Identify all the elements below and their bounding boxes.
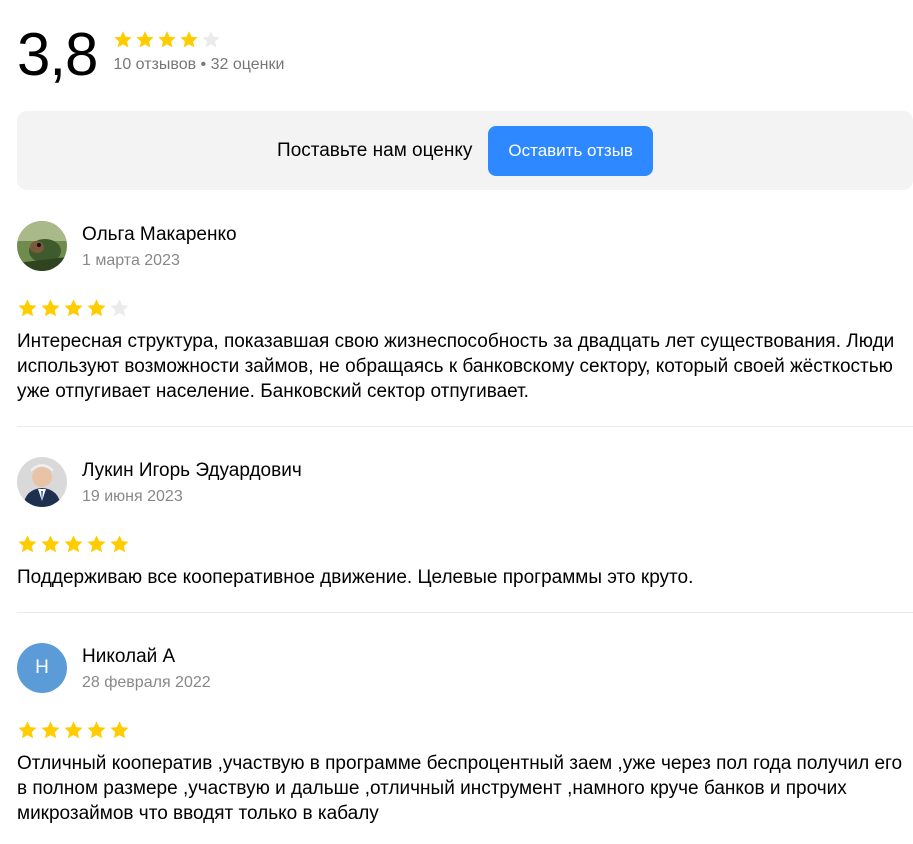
star-empty-icon (202, 31, 221, 48)
star-filled-icon (18, 299, 37, 317)
star-filled-icon (136, 31, 155, 48)
star-filled-icon (64, 535, 83, 553)
star-filled-icon (87, 535, 106, 553)
star-filled-icon (64, 721, 83, 739)
avatar-photo-icon (17, 457, 67, 507)
star-filled-icon (64, 299, 83, 317)
rate-us-text: Поставьте нам оценку (277, 139, 473, 161)
star-filled-icon (18, 721, 37, 739)
cut-off-title (150, 0, 230, 6)
review-stars (17, 534, 913, 555)
review-author[interactable]: Лукин Игорь Эдуардович (82, 459, 302, 483)
average-rating: 3,8 (17, 21, 98, 88)
review-author[interactable]: Ольга Макаренко (82, 223, 237, 247)
star-filled-icon (41, 721, 60, 739)
star-filled-icon (110, 721, 129, 739)
avatar[interactable]: Н (17, 643, 67, 693)
star-filled-icon (41, 535, 60, 553)
star-filled-icon (18, 535, 37, 553)
rating-summary: 3,8 10 отзывов • 32 оценки (17, 22, 284, 88)
review-date: 28 февраля 2022 (82, 674, 211, 691)
star-filled-icon (41, 299, 60, 317)
cut-off-header (0, 0, 913, 6)
review-counts: 10 отзывов • 32 оценки (113, 56, 285, 73)
review-author[interactable]: Николай А (82, 645, 211, 669)
review-text: Поддерживаю все кооперативное движение. … (17, 567, 694, 588)
star-filled-icon (87, 299, 106, 317)
review-date: 1 марта 2023 (82, 252, 180, 269)
avatar-photo-icon (17, 221, 67, 271)
review-item: Н Николай А 28 февраля 2022 Отличный коо… (17, 643, 913, 826)
review-stars (17, 720, 913, 741)
review-text: Интересная структура, показавшая свою жи… (17, 331, 895, 402)
avatar[interactable] (17, 457, 67, 507)
review-item: Ольга Макаренко 1 марта 2023 Интересная … (17, 221, 913, 404)
review-date: 19 июня 2023 (82, 488, 183, 505)
divider (17, 426, 913, 427)
review-item: Лукин Игорь Эдуардович 19 июня 2023 Подд… (17, 457, 913, 590)
avatar[interactable] (17, 221, 67, 271)
star-filled-icon (110, 535, 129, 553)
star-empty-icon (110, 299, 129, 317)
review-text: Отличный кооператив ,участвую в программ… (17, 753, 903, 824)
star-filled-icon (158, 31, 177, 48)
rate-us-panel: Поставьте нам оценку Оставить отзыв (17, 111, 913, 190)
star-filled-icon (114, 31, 133, 48)
leave-review-button[interactable]: Оставить отзыв (488, 125, 653, 176)
summary-stars (113, 30, 284, 50)
review-stars (17, 298, 913, 319)
divider (17, 612, 913, 613)
cut-off-link (820, 0, 890, 6)
star-filled-icon (87, 721, 106, 739)
star-filled-icon (180, 31, 199, 48)
